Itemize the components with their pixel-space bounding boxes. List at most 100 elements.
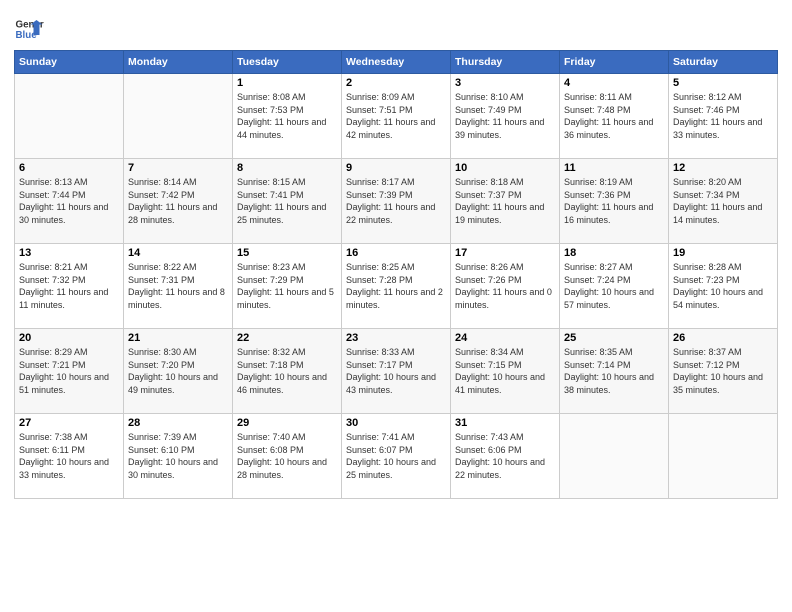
calendar-table: SundayMondayTuesdayWednesdayThursdayFrid… — [14, 50, 778, 499]
calendar-cell: 6 Sunrise: 8:13 AM Sunset: 7:44 PM Daylig… — [15, 159, 124, 244]
week-row-4: 20Sunrise: 8:29 AM Sunset: 7:21 PM Dayli… — [15, 329, 778, 414]
calendar-cell: 24Sunrise: 8:34 AM Sunset: 7:15 PM Dayli… — [451, 329, 560, 414]
day-number: 12 — [673, 162, 773, 174]
calendar-cell: 3 Sunrise: 8:10 AM Sunset: 7:49 PM Daylig… — [451, 74, 560, 159]
day-number: 6 — [19, 162, 119, 174]
day-info: Sunrise: 7:41 AM Sunset: 6:07 PM Dayligh… — [346, 431, 446, 481]
day-number: 11 — [564, 162, 664, 174]
day-number: 29 — [237, 417, 337, 429]
calendar-cell: 30 Sunrise: 7:41 AM Sunset: 6:07 PM Dayli… — [342, 414, 451, 499]
day-info: Sunrise: 8:18 AM Sunset: 7:37 PM Dayligh… — [455, 176, 555, 226]
weekday-header-tuesday: Tuesday — [233, 51, 342, 74]
day-number: 2 — [346, 77, 446, 89]
calendar-cell: 12 Sunrise: 8:20 AM Sunset: 7:34 PM Dayli… — [669, 159, 778, 244]
day-info: Sunrise: 8:33 AM Sunset: 7:17 PM Dayligh… — [346, 346, 446, 396]
day-number: 14 — [128, 247, 228, 259]
calendar-cell: 13 Sunrise: 8:21 AM Sunset: 7:32 PM Dayli… — [15, 244, 124, 329]
weekday-header-wednesday: Wednesday — [342, 51, 451, 74]
calendar-cell: 27Sunrise: 7:38 AM Sunset: 6:11 PM Dayli… — [15, 414, 124, 499]
day-number: 9 — [346, 162, 446, 174]
day-info: Sunrise: 8:20 AM Sunset: 7:34 PM Dayligh… — [673, 176, 773, 226]
day-number: 31 — [455, 417, 555, 429]
day-number: 22 — [237, 332, 337, 344]
day-info: Sunrise: 8:22 AM Sunset: 7:31 PM Dayligh… — [128, 261, 228, 311]
calendar-cell — [15, 74, 124, 159]
day-number: 24 — [455, 332, 555, 344]
calendar-cell: 18 Sunrise: 8:27 AM Sunset: 7:24 PM Dayli… — [560, 244, 669, 329]
day-number: 7 — [128, 162, 228, 174]
week-row-2: 6 Sunrise: 8:13 AM Sunset: 7:44 PM Daylig… — [15, 159, 778, 244]
weekday-header-monday: Monday — [124, 51, 233, 74]
week-row-5: 27Sunrise: 7:38 AM Sunset: 6:11 PM Dayli… — [15, 414, 778, 499]
day-info: Sunrise: 8:10 AM Sunset: 7:49 PM Dayligh… — [455, 91, 555, 141]
calendar-cell: 26Sunrise: 8:37 AM Sunset: 7:12 PM Dayli… — [669, 329, 778, 414]
week-row-3: 13 Sunrise: 8:21 AM Sunset: 7:32 PM Dayli… — [15, 244, 778, 329]
calendar-cell: 14 Sunrise: 8:22 AM Sunset: 7:31 PM Dayli… — [124, 244, 233, 329]
day-number: 20 — [19, 332, 119, 344]
day-info: Sunrise: 7:40 AM Sunset: 6:08 PM Dayligh… — [237, 431, 337, 481]
calendar-page: General Blue SundayMondayTuesdayWednesda… — [0, 0, 792, 612]
calendar-cell: 11 Sunrise: 8:19 AM Sunset: 7:36 PM Dayli… — [560, 159, 669, 244]
day-number: 27 — [19, 417, 119, 429]
day-number: 5 — [673, 77, 773, 89]
day-number: 8 — [237, 162, 337, 174]
day-info: Sunrise: 7:43 AM Sunset: 6:06 PM Dayligh… — [455, 431, 555, 481]
calendar-cell: 22 Sunrise: 8:32 AM Sunset: 7:18 PM Dayli… — [233, 329, 342, 414]
day-number: 30 — [346, 417, 446, 429]
header: General Blue — [14, 10, 778, 44]
day-info: Sunrise: 7:39 AM Sunset: 6:10 PM Dayligh… — [128, 431, 228, 481]
day-info: Sunrise: 8:19 AM Sunset: 7:36 PM Dayligh… — [564, 176, 664, 226]
calendar-cell: 8 Sunrise: 8:15 AM Sunset: 7:41 PM Daylig… — [233, 159, 342, 244]
svg-text:General: General — [16, 20, 45, 31]
day-number: 16 — [346, 247, 446, 259]
calendar-cell: 20Sunrise: 8:29 AM Sunset: 7:21 PM Dayli… — [15, 329, 124, 414]
calendar-cell: 23Sunrise: 8:33 AM Sunset: 7:17 PM Dayli… — [342, 329, 451, 414]
day-number: 3 — [455, 77, 555, 89]
day-info: Sunrise: 8:08 AM Sunset: 7:53 PM Dayligh… — [237, 91, 337, 141]
day-number: 10 — [455, 162, 555, 174]
weekday-header-friday: Friday — [560, 51, 669, 74]
day-number: 1 — [237, 77, 337, 89]
day-info: Sunrise: 8:15 AM Sunset: 7:41 PM Dayligh… — [237, 176, 337, 226]
day-info: Sunrise: 8:37 AM Sunset: 7:12 PM Dayligh… — [673, 346, 773, 396]
calendar-cell: 2 Sunrise: 8:09 AM Sunset: 7:51 PM Daylig… — [342, 74, 451, 159]
calendar-cell: 16 Sunrise: 8:25 AM Sunset: 7:28 PM Dayli… — [342, 244, 451, 329]
weekday-header-sunday: Sunday — [15, 51, 124, 74]
calendar-cell: 1 Sunrise: 8:08 AM Sunset: 7:53 PM Daylig… — [233, 74, 342, 159]
day-number: 18 — [564, 247, 664, 259]
calendar-cell: 10 Sunrise: 8:18 AM Sunset: 7:37 PM Dayli… — [451, 159, 560, 244]
day-info: Sunrise: 8:25 AM Sunset: 7:28 PM Dayligh… — [346, 261, 446, 311]
calendar-cell — [560, 414, 669, 499]
calendar-cell: 29 Sunrise: 7:40 AM Sunset: 6:08 PM Dayli… — [233, 414, 342, 499]
day-info: Sunrise: 8:17 AM Sunset: 7:39 PM Dayligh… — [346, 176, 446, 226]
day-number: 13 — [19, 247, 119, 259]
calendar-cell: 31 Sunrise: 7:43 AM Sunset: 6:06 PM Dayli… — [451, 414, 560, 499]
day-info: Sunrise: 8:26 AM Sunset: 7:26 PM Dayligh… — [455, 261, 555, 311]
weekday-header-thursday: Thursday — [451, 51, 560, 74]
calendar-cell: 9 Sunrise: 8:17 AM Sunset: 7:39 PM Daylig… — [342, 159, 451, 244]
day-info: Sunrise: 8:30 AM Sunset: 7:20 PM Dayligh… — [128, 346, 228, 396]
day-info: Sunrise: 8:21 AM Sunset: 7:32 PM Dayligh… — [19, 261, 119, 311]
day-info: Sunrise: 8:12 AM Sunset: 7:46 PM Dayligh… — [673, 91, 773, 141]
calendar-cell: 7 Sunrise: 8:14 AM Sunset: 7:42 PM Daylig… — [124, 159, 233, 244]
day-number: 17 — [455, 247, 555, 259]
weekday-header-row: SundayMondayTuesdayWednesdayThursdayFrid… — [15, 51, 778, 74]
day-info: Sunrise: 8:13 AM Sunset: 7:44 PM Dayligh… — [19, 176, 119, 226]
day-number: 25 — [564, 332, 664, 344]
day-number: 15 — [237, 247, 337, 259]
calendar-cell: 21 Sunrise: 8:30 AM Sunset: 7:20 PM Dayli… — [124, 329, 233, 414]
day-info: Sunrise: 8:14 AM Sunset: 7:42 PM Dayligh… — [128, 176, 228, 226]
weekday-header-saturday: Saturday — [669, 51, 778, 74]
day-info: Sunrise: 8:32 AM Sunset: 7:18 PM Dayligh… — [237, 346, 337, 396]
calendar-cell: 28Sunrise: 7:39 AM Sunset: 6:10 PM Dayli… — [124, 414, 233, 499]
calendar-cell: 15 Sunrise: 8:23 AM Sunset: 7:29 PM Dayli… — [233, 244, 342, 329]
week-row-1: 1 Sunrise: 8:08 AM Sunset: 7:53 PM Daylig… — [15, 74, 778, 159]
calendar-cell — [669, 414, 778, 499]
calendar-cell — [124, 74, 233, 159]
day-info: Sunrise: 8:09 AM Sunset: 7:51 PM Dayligh… — [346, 91, 446, 141]
day-number: 21 — [128, 332, 228, 344]
logo-icon: General Blue — [14, 14, 44, 44]
day-info: Sunrise: 8:23 AM Sunset: 7:29 PM Dayligh… — [237, 261, 337, 311]
day-number: 19 — [673, 247, 773, 259]
day-info: Sunrise: 8:27 AM Sunset: 7:24 PM Dayligh… — [564, 261, 664, 311]
